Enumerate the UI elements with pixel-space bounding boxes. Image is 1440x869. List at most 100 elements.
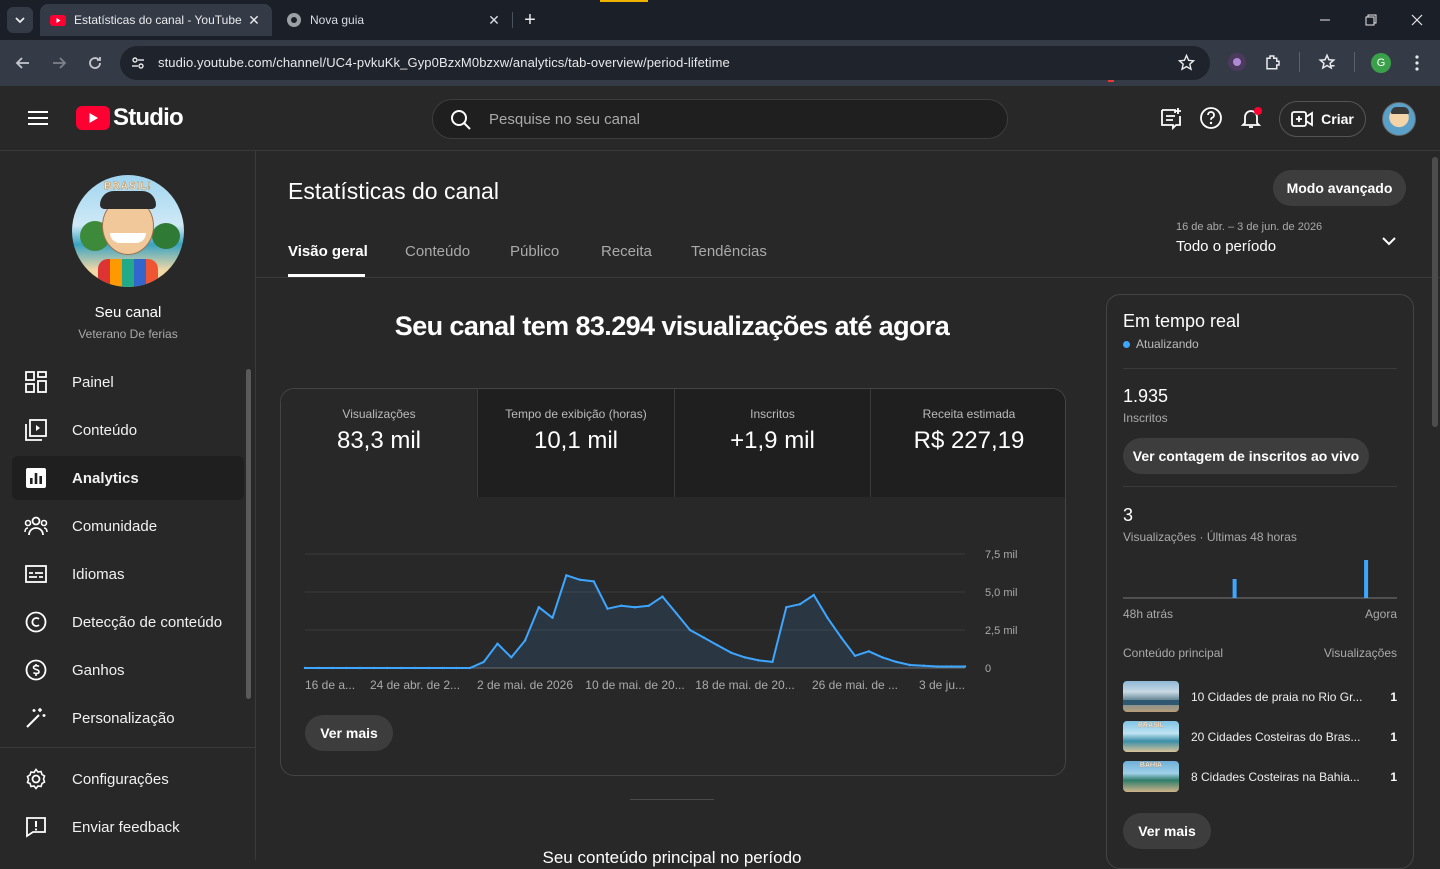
data-point[interactable] [551, 616, 554, 619]
data-point[interactable] [661, 595, 664, 598]
data-point[interactable] [798, 603, 802, 606]
sidebar-item-idiomas[interactable]: Idiomas [12, 552, 244, 596]
restore-icon[interactable] [1348, 0, 1394, 40]
browser-tab[interactable]: Nova guia ✕ [276, 4, 512, 36]
address-bar[interactable]: studio.youtube.com/channel/UC4-pvkuKk_Gy… [120, 46, 1210, 80]
realtime-bar-chart[interactable] [1123, 557, 1397, 599]
tab-receita[interactable]: Receita [601, 243, 652, 260]
data-point[interactable] [647, 604, 650, 607]
data-point[interactable] [895, 660, 898, 664]
views-chart[interactable]: 7,5 mil 5,0 mil 2,5 mil 0 16 de a... 24 de ab… [281, 497, 1066, 697]
data-point[interactable] [400, 666, 403, 670]
browser-tab-active[interactable]: Estatísticas do canal - YouTube ✕ [40, 4, 272, 36]
studio-logo[interactable]: Studio [76, 104, 184, 132]
data-point[interactable] [716, 644, 719, 647]
video-thumbnail[interactable] [1123, 681, 1179, 712]
data-point[interactable] [785, 606, 788, 609]
tab-search-button[interactable] [7, 7, 33, 33]
reload-button[interactable] [81, 49, 109, 77]
data-point[interactable] [633, 606, 637, 609]
data-point[interactable] [757, 659, 760, 662]
close-tab-icon[interactable]: ✕ [244, 12, 264, 29]
data-point[interactable] [468, 666, 472, 670]
help-button[interactable] [1197, 104, 1225, 132]
notifications-button[interactable] [1237, 104, 1265, 132]
data-point[interactable] [840, 636, 843, 639]
data-point[interactable] [578, 578, 582, 581]
new-tab-button[interactable]: + [519, 8, 541, 32]
data-point[interactable] [372, 666, 375, 670]
data-point[interactable] [826, 616, 829, 619]
metric-views[interactable]: Visualizações 83,3 mil [281, 389, 477, 497]
data-point[interactable] [331, 666, 334, 670]
data-point[interactable] [867, 650, 870, 653]
data-point[interactable] [936, 665, 939, 668]
account-avatar[interactable] [1382, 102, 1416, 136]
data-point[interactable] [496, 642, 499, 645]
data-point[interactable] [702, 636, 705, 639]
data-point[interactable] [537, 606, 540, 609]
search-box[interactable]: Pesquise no seu canal [432, 99, 1008, 139]
data-point[interactable] [853, 654, 857, 657]
site-settings-icon[interactable] [131, 56, 145, 70]
back-button[interactable] [9, 49, 37, 77]
data-point[interactable] [675, 612, 678, 615]
data-point[interactable] [358, 666, 362, 670]
metric-watch-time[interactable]: Tempo de exibição (horas) 10,1 mil [477, 389, 674, 497]
data-point[interactable] [510, 656, 513, 659]
search-input[interactable]: Pesquise no seu canal [489, 111, 640, 128]
data-point[interactable] [345, 666, 348, 670]
sidebar-item-analytics[interactable]: Analytics [12, 456, 244, 500]
forward-button[interactable] [45, 49, 73, 77]
menu-icon[interactable] [28, 110, 48, 126]
data-point[interactable] [950, 665, 953, 668]
metric-subscribers[interactable]: Inscritos +1,9 mil [674, 389, 870, 497]
data-point[interactable] [317, 666, 320, 670]
main-scrollbar[interactable] [1432, 157, 1438, 427]
data-point[interactable] [771, 660, 774, 664]
content-title[interactable]: 20 Cidades Costeiras do Bras... [1191, 730, 1369, 744]
sidebar-scrollbar[interactable] [246, 369, 251, 699]
data-point[interactable] [743, 656, 747, 659]
data-point[interactable] [922, 664, 925, 667]
channel-avatar[interactable]: BRASIL! [72, 175, 184, 287]
data-point[interactable] [455, 666, 458, 670]
data-point[interactable] [386, 666, 389, 670]
tab-visao-geral[interactable]: Visão geral [288, 243, 368, 260]
data-point[interactable] [620, 604, 623, 607]
data-point[interactable] [730, 651, 733, 654]
video-thumbnail[interactable]: BRASIL [1123, 721, 1179, 752]
sidebar-item-feedback[interactable]: Enviar feedback [12, 805, 244, 849]
sidebar-item-deteccao[interactable]: Detecção de conteúdo [12, 600, 244, 644]
data-point[interactable] [963, 665, 967, 668]
video-thumbnail[interactable]: BAHIA [1123, 761, 1179, 792]
data-point[interactable] [881, 656, 884, 659]
data-point[interactable] [482, 660, 485, 664]
data-point[interactable] [303, 666, 307, 670]
close-tab-icon[interactable]: ✕ [484, 12, 504, 29]
data-point[interactable] [908, 663, 912, 667]
content-title[interactable]: 10 Cidades de praia no Rio Gr... [1191, 690, 1369, 704]
see-more-button[interactable]: Ver mais [305, 715, 393, 751]
live-subscriber-count-button[interactable]: Ver contagem de inscritos ao vivo [1123, 438, 1369, 474]
period-selector[interactable]: 16 de abr. – 3 de jun. de 2026 Todo o pe… [1176, 221, 1406, 265]
data-point[interactable] [688, 628, 692, 632]
minimize-icon[interactable] [1302, 0, 1348, 40]
bookmarks-icon[interactable] [1318, 53, 1336, 71]
sidebar-item-configuracoes[interactable]: Configurações [12, 757, 244, 801]
data-point[interactable] [812, 593, 815, 597]
advanced-mode-button[interactable]: Modo avançado [1273, 170, 1406, 206]
tab-tendencias[interactable]: Tendências [691, 243, 767, 260]
close-window-icon[interactable] [1394, 0, 1440, 40]
sidebar-item-conteudo[interactable]: Conteúdo [12, 408, 244, 452]
more-vert-icon[interactable] [1410, 54, 1424, 72]
data-point[interactable] [523, 639, 527, 642]
content-title[interactable]: 8 Cidades Costeiras na Bahia... [1191, 770, 1369, 784]
data-point[interactable] [441, 666, 444, 670]
sidebar-item-painel[interactable]: Painel [12, 360, 244, 404]
tab-conteudo[interactable]: Conteúdo [405, 243, 470, 260]
url-text[interactable]: studio.youtube.com/channel/UC4-pvkuKk_Gy… [158, 55, 730, 70]
realtime-bar[interactable] [1364, 560, 1369, 598]
data-point[interactable] [427, 666, 430, 670]
sidebar-item-personalizacao[interactable]: Personalização [12, 696, 244, 740]
